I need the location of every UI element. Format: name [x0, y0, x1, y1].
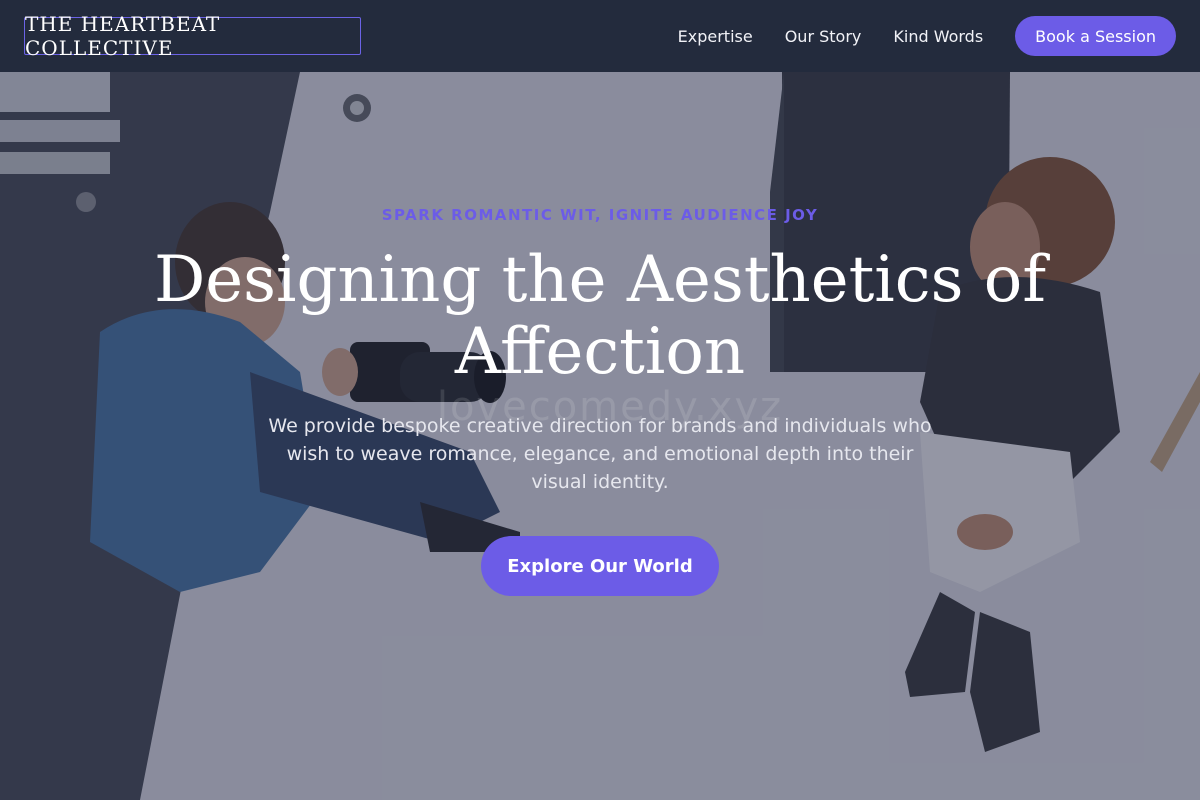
hero-eyebrow: SPARK ROMANTIC WIT, IGNITE AUDIENCE JOY: [381, 206, 819, 224]
explore-world-button[interactable]: Explore Our World: [481, 536, 719, 596]
logo[interactable]: THE HEARTBEAT COLLECTIVE: [24, 12, 361, 60]
hero-headline: Designing the Aesthetics of Affection: [153, 243, 1047, 389]
nav-link-expertise[interactable]: Expertise: [678, 27, 753, 46]
book-session-button[interactable]: Book a Session: [1015, 16, 1176, 56]
site-header: THE HEARTBEAT COLLECTIVE Expertise Our S…: [0, 0, 1200, 72]
nav-link-kind-words[interactable]: Kind Words: [893, 27, 983, 46]
hero-subtext: We provide bespoke creative direction fo…: [268, 415, 932, 493]
hero-content: lovecomedy.xyz SPARK ROMANTIC WIT, IGNIT…: [0, 72, 1200, 800]
nav-link-our-story[interactable]: Our Story: [785, 27, 862, 46]
hero-section: lovecomedy.xyz SPARK ROMANTIC WIT, IGNIT…: [0, 72, 1200, 800]
main-nav: Expertise Our Story Kind Words Book a Se…: [678, 16, 1176, 56]
